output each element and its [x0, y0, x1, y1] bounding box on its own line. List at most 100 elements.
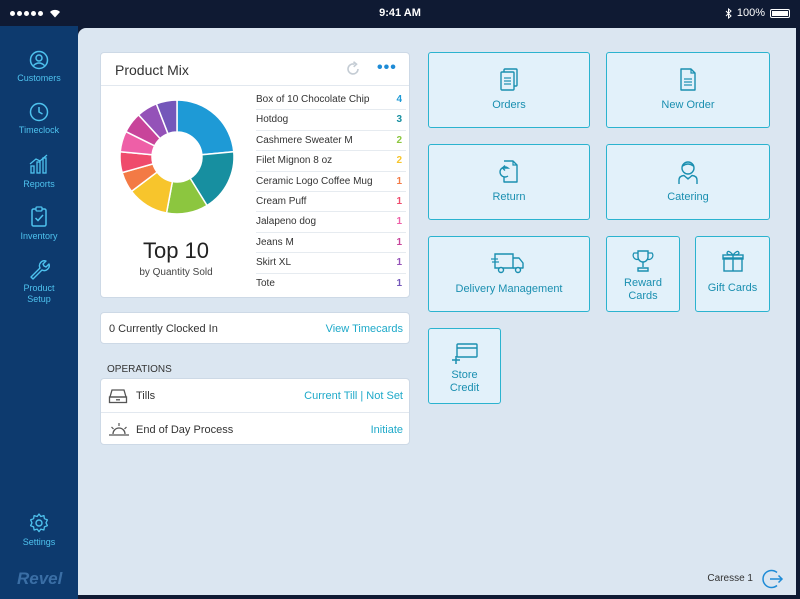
- product-name: Skirt XL: [256, 257, 292, 269]
- sidebar-item-reports[interactable]: Reports: [0, 154, 78, 189]
- orders-tile[interactable]: Orders: [428, 52, 590, 128]
- documents-icon: [500, 68, 518, 91]
- wrench-icon: [30, 260, 50, 280]
- operations-row-tills[interactable]: Tills Current Till | Not Set: [101, 379, 409, 412]
- product-mix-list: Box of 10 Chocolate Chip 4 Hotdog 3 Cashmere…: [256, 90, 406, 294]
- sidebar-item-settings[interactable]: Settings: [0, 512, 78, 547]
- product-quantity: 2: [396, 134, 402, 146]
- current-user-name: Caresse 1: [707, 573, 753, 584]
- product-name: Box of 10 Chocolate Chip: [256, 94, 370, 105]
- till-icon: [108, 389, 128, 404]
- sidebar: Customers Timeclock Reports Inventory Pr…: [0, 26, 78, 599]
- sidebar-item-customers[interactable]: Customers: [0, 50, 78, 83]
- clipboard-check-icon: [31, 206, 47, 227]
- tile-label: Reward Cards: [624, 277, 662, 302]
- tile-label: Orders: [492, 99, 526, 111]
- operations-row-label: End of Day Process: [136, 424, 234, 436]
- product-quantity: 2: [396, 155, 402, 167]
- tile-label: New Order: [661, 99, 715, 111]
- status-time: 9:41 AM: [379, 7, 421, 19]
- product-mix-row: Ceramic Logo Coffee Mug 1: [256, 172, 406, 192]
- gift-cards-tile[interactable]: Gift Cards: [695, 236, 770, 312]
- sidebar-item-timeclock[interactable]: Timeclock: [0, 102, 78, 135]
- sidebar-item-inventory[interactable]: Inventory: [0, 206, 78, 241]
- product-quantity: 1: [396, 236, 402, 248]
- product-name: Hotdog: [256, 114, 289, 126]
- operations-row-end-of-day[interactable]: End of Day Process Initiate: [101, 412, 409, 445]
- trophy-icon: [632, 250, 654, 272]
- battery-percent: 100%: [736, 7, 765, 19]
- product-name: Ceramic Logo Coffee Mug: [256, 175, 373, 187]
- donut-slice: [176, 99, 235, 156]
- delivery-management-tile[interactable]: Delivery Management: [428, 236, 590, 312]
- reward-cards-tile[interactable]: Reward Cards: [606, 236, 680, 312]
- operations-title: OPERATIONS: [107, 364, 172, 375]
- tile-label: Delivery Management: [455, 283, 563, 295]
- tile-label: Catering: [667, 191, 709, 203]
- product-mix-row: Jeans M 1: [256, 233, 406, 254]
- product-mix-row: Jalapeno dog 1: [256, 212, 406, 233]
- product-quantity: 1: [396, 277, 402, 289]
- product-mix-title: Product Mix: [115, 62, 189, 78]
- initiate-link[interactable]: Initiate: [371, 424, 403, 436]
- sidebar-item-product-setup[interactable]: Product Setup: [0, 258, 78, 305]
- top-ten-title: Top 10: [142, 238, 210, 263]
- operations-row-label: Tills: [136, 390, 156, 402]
- tile-label: Store Credit: [449, 369, 480, 394]
- new-order-tile[interactable]: New Order: [606, 52, 770, 128]
- sidebar-item-label: Product Setup: [23, 283, 55, 304]
- gear-icon: [29, 513, 49, 533]
- sunset-icon: [109, 423, 129, 436]
- product-mix-row: Skirt XL 1: [256, 253, 406, 274]
- tile-label: Gift Cards: [707, 282, 758, 294]
- clock-icon: [29, 102, 49, 122]
- clocked-in-card: 0 Currently Clocked In View Timecards: [100, 312, 410, 344]
- product-name: Cream Puff: [256, 195, 307, 207]
- product-name: Filet Mignon 8 oz: [256, 155, 333, 167]
- delivery-truck-icon: [491, 253, 524, 274]
- product-mix-header: Product Mix •••: [101, 53, 409, 86]
- user-circle-icon: [29, 50, 49, 70]
- product-name: Jeans M: [256, 236, 294, 248]
- sidebar-item-label: Customers: [17, 73, 61, 83]
- bar-chart-icon: [29, 154, 48, 174]
- product-name: Jalapeno dog: [256, 216, 317, 228]
- product-mix-row: Cream Puff 1: [256, 192, 406, 213]
- product-mix-donut-chart: [119, 99, 235, 215]
- product-mix-row: Cashmere Sweater M 2: [256, 131, 406, 152]
- add-card-icon: [451, 343, 478, 364]
- sidebar-item-label: Settings: [22, 537, 56, 547]
- return-tile[interactable]: Return: [428, 144, 590, 220]
- gift-box-icon: [721, 250, 744, 272]
- view-timecards-link[interactable]: View Timecards: [326, 323, 403, 335]
- product-quantity: 1: [396, 175, 402, 187]
- product-mix-row: Tote 1: [256, 274, 406, 294]
- product-mix-row: Filet Mignon 8 oz 2: [256, 151, 406, 172]
- return-receipt-icon: [499, 160, 518, 183]
- bluetooth-icon: [725, 7, 732, 19]
- tile-label: Return: [492, 191, 526, 203]
- sidebar-item-label: Reports: [23, 179, 55, 189]
- catering-tile[interactable]: Catering: [606, 144, 770, 220]
- operations-card: Tills Current Till | Not Set End of Day …: [100, 378, 410, 445]
- status-right: 100%: [725, 7, 790, 19]
- product-name: Tote: [256, 277, 275, 289]
- more-options-icon[interactable]: •••: [377, 60, 397, 76]
- store-credit-tile[interactable]: Store Credit: [428, 328, 501, 404]
- sidebar-item-label: Inventory: [20, 231, 58, 241]
- product-quantity: 1: [396, 216, 402, 228]
- product-quantity: 3: [396, 114, 402, 126]
- sidebar-item-label: Timeclock: [18, 125, 60, 135]
- status-bar: 9:41 AM 100%: [0, 0, 800, 26]
- top-ten-subtitle: by Quantity Sold: [139, 267, 213, 278]
- clocked-in-count: 0 Currently Clocked In: [109, 323, 218, 335]
- main-content: Product Mix ••• Top 10 by Quantity Sold …: [78, 28, 796, 595]
- product-quantity: 4: [396, 94, 402, 105]
- refresh-icon[interactable]: [344, 60, 362, 78]
- brand-logo: Revel: [17, 569, 63, 588]
- document-icon: [680, 68, 696, 91]
- product-name: Cashmere Sweater M: [256, 134, 353, 146]
- logout-icon[interactable]: [762, 568, 784, 590]
- waiter-icon: [678, 161, 698, 184]
- product-mix-row: Box of 10 Chocolate Chip 4: [256, 90, 406, 111]
